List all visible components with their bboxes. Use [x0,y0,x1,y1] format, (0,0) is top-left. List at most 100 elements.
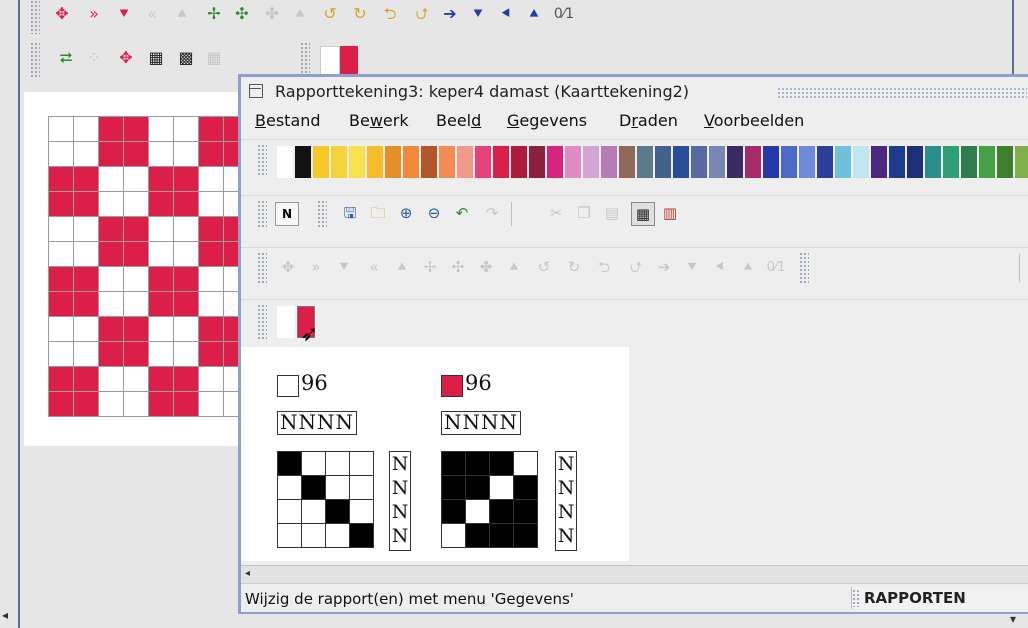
title-bar[interactable]: Rapporttekening3: keper4 damast (Kaartte… [241,77,1028,107]
u-turn-icon[interactable]: ⮍ [625,256,647,278]
tieup-cell[interactable] [350,524,374,548]
rapport-2-treadling[interactable]: NNNN [441,411,521,435]
weave-cell[interactable] [124,392,149,417]
rapport-1-threading[interactable]: N N N N [389,451,411,551]
weave-cell[interactable] [149,367,174,392]
rapport-1-tieup-grid[interactable] [277,451,374,548]
weave-cell[interactable] [49,192,74,217]
tieup-cell[interactable] [514,476,538,500]
paste-icon[interactable]: ▤ [601,202,623,224]
undo-rotate-icon[interactable]: ⮌ [378,2,402,26]
weave-cell[interactable] [74,317,99,342]
palette-swatch[interactable] [889,146,905,178]
arrow-left-icon[interactable]: ⯇ [709,256,731,278]
shift-right-icon[interactable]: » [305,256,327,278]
shift-down-icon[interactable]: ⯆ [333,256,355,278]
save-icon[interactable]: 🖫 [339,202,361,224]
toolbar-grip[interactable] [257,200,267,228]
ratio-icon[interactable]: 0⁄1 [765,256,787,278]
tieup-cell[interactable] [302,452,326,476]
rotate-left-icon[interactable]: ↺ [318,2,342,26]
weave-cell[interactable] [99,292,124,317]
scroll-left-icon[interactable]: ◂ [2,608,8,622]
weave-cell[interactable] [99,167,124,192]
weave-cell[interactable] [199,192,224,217]
new-button[interactable]: N [275,202,299,226]
weave-cell[interactable] [174,217,199,242]
copy-icon[interactable]: ❐ [573,202,595,224]
palette-swatch[interactable] [763,146,779,178]
open-folder-icon[interactable]: 🗀 [367,202,389,224]
undo-icon[interactable]: ↶ [451,202,473,224]
tieup-cell[interactable] [326,476,350,500]
palette-swatch[interactable] [781,146,797,178]
background-weave-grid[interactable] [48,116,249,417]
weave-cell[interactable] [99,267,124,292]
weave-cell[interactable] [99,142,124,167]
arrow-down-icon[interactable]: ⯆ [466,2,490,26]
palette-swatch[interactable] [565,146,581,178]
weave-cell[interactable] [174,192,199,217]
palette-swatch[interactable] [619,146,635,178]
palette-swatch[interactable] [943,146,959,178]
weave-cell[interactable] [174,392,199,417]
weave-cell[interactable] [174,117,199,142]
ratio-icon[interactable]: 0⁄1 [552,2,576,26]
weave-cell[interactable] [174,167,199,192]
weave-cell[interactable] [74,342,99,367]
tieup-cell[interactable] [514,524,538,548]
weave-cell[interactable] [199,142,224,167]
tieup-cell[interactable] [302,476,326,500]
menu-voorbeelden[interactable]: Voorbeelden [704,111,804,130]
tieup-cell[interactable] [442,452,466,476]
mirror-icon[interactable]: ✤ [260,2,284,26]
color-white-swatch[interactable] [277,306,295,338]
palette-swatch[interactable] [295,146,311,178]
palette-swatch[interactable] [961,146,977,178]
scroll-down-icon[interactable]: ▾ [1010,612,1016,626]
grid-dots-icon[interactable]: ⁘ [82,46,106,70]
weave-cell[interactable] [124,192,149,217]
weave-cell[interactable] [74,142,99,167]
palette-swatch[interactable] [655,146,671,178]
weave-cell[interactable] [124,242,149,267]
weave-cell[interactable] [99,317,124,342]
zoom-out-icon[interactable]: ⊖ [423,202,445,224]
weave-cell[interactable] [149,342,174,367]
weave-cell[interactable] [199,117,224,142]
weave-cell[interactable] [149,392,174,417]
weave-cell[interactable] [74,167,99,192]
weave-cell[interactable] [124,367,149,392]
rapport-2-threading[interactable]: N N N N [555,451,577,551]
weave-cell[interactable] [99,367,124,392]
grid-toggle-icon[interactable]: ▦ [631,202,655,226]
toolbar-grip[interactable] [257,144,267,176]
weave-cell[interactable] [49,242,74,267]
move-icon[interactable]: ✥ [277,256,299,278]
weave-cell[interactable] [124,117,149,142]
weave-cell[interactable] [99,117,124,142]
palette-swatch[interactable] [925,146,941,178]
palette-swatch[interactable] [277,146,293,178]
weave-cell[interactable] [74,292,99,317]
weave-cell[interactable] [174,367,199,392]
mirror-horizontal-icon[interactable]: ✣ [447,256,469,278]
tieup-cell[interactable] [278,524,302,548]
zoom-in-icon[interactable]: ⊕ [395,202,417,224]
palette-swatch[interactable] [799,146,815,178]
palette-swatch[interactable] [673,146,689,178]
weave-cell[interactable] [149,117,174,142]
weave-cell[interactable] [149,292,174,317]
weave-cell[interactable] [99,392,124,417]
weave-cell[interactable] [149,217,174,242]
weave-cell[interactable] [74,367,99,392]
palette-swatch[interactable] [835,146,851,178]
weave-cell[interactable] [174,342,199,367]
weave-cell[interactable] [124,342,149,367]
rapport-2-tieup-grid[interactable] [441,451,538,548]
pattern-icon[interactable]: ▦ [144,46,168,70]
tieup-cell[interactable] [442,524,466,548]
menu-gegevens[interactable]: Gegevens [507,111,587,130]
undo-rotate-icon[interactable]: ⮌ [593,256,615,278]
toolbar-grip[interactable] [257,304,267,340]
